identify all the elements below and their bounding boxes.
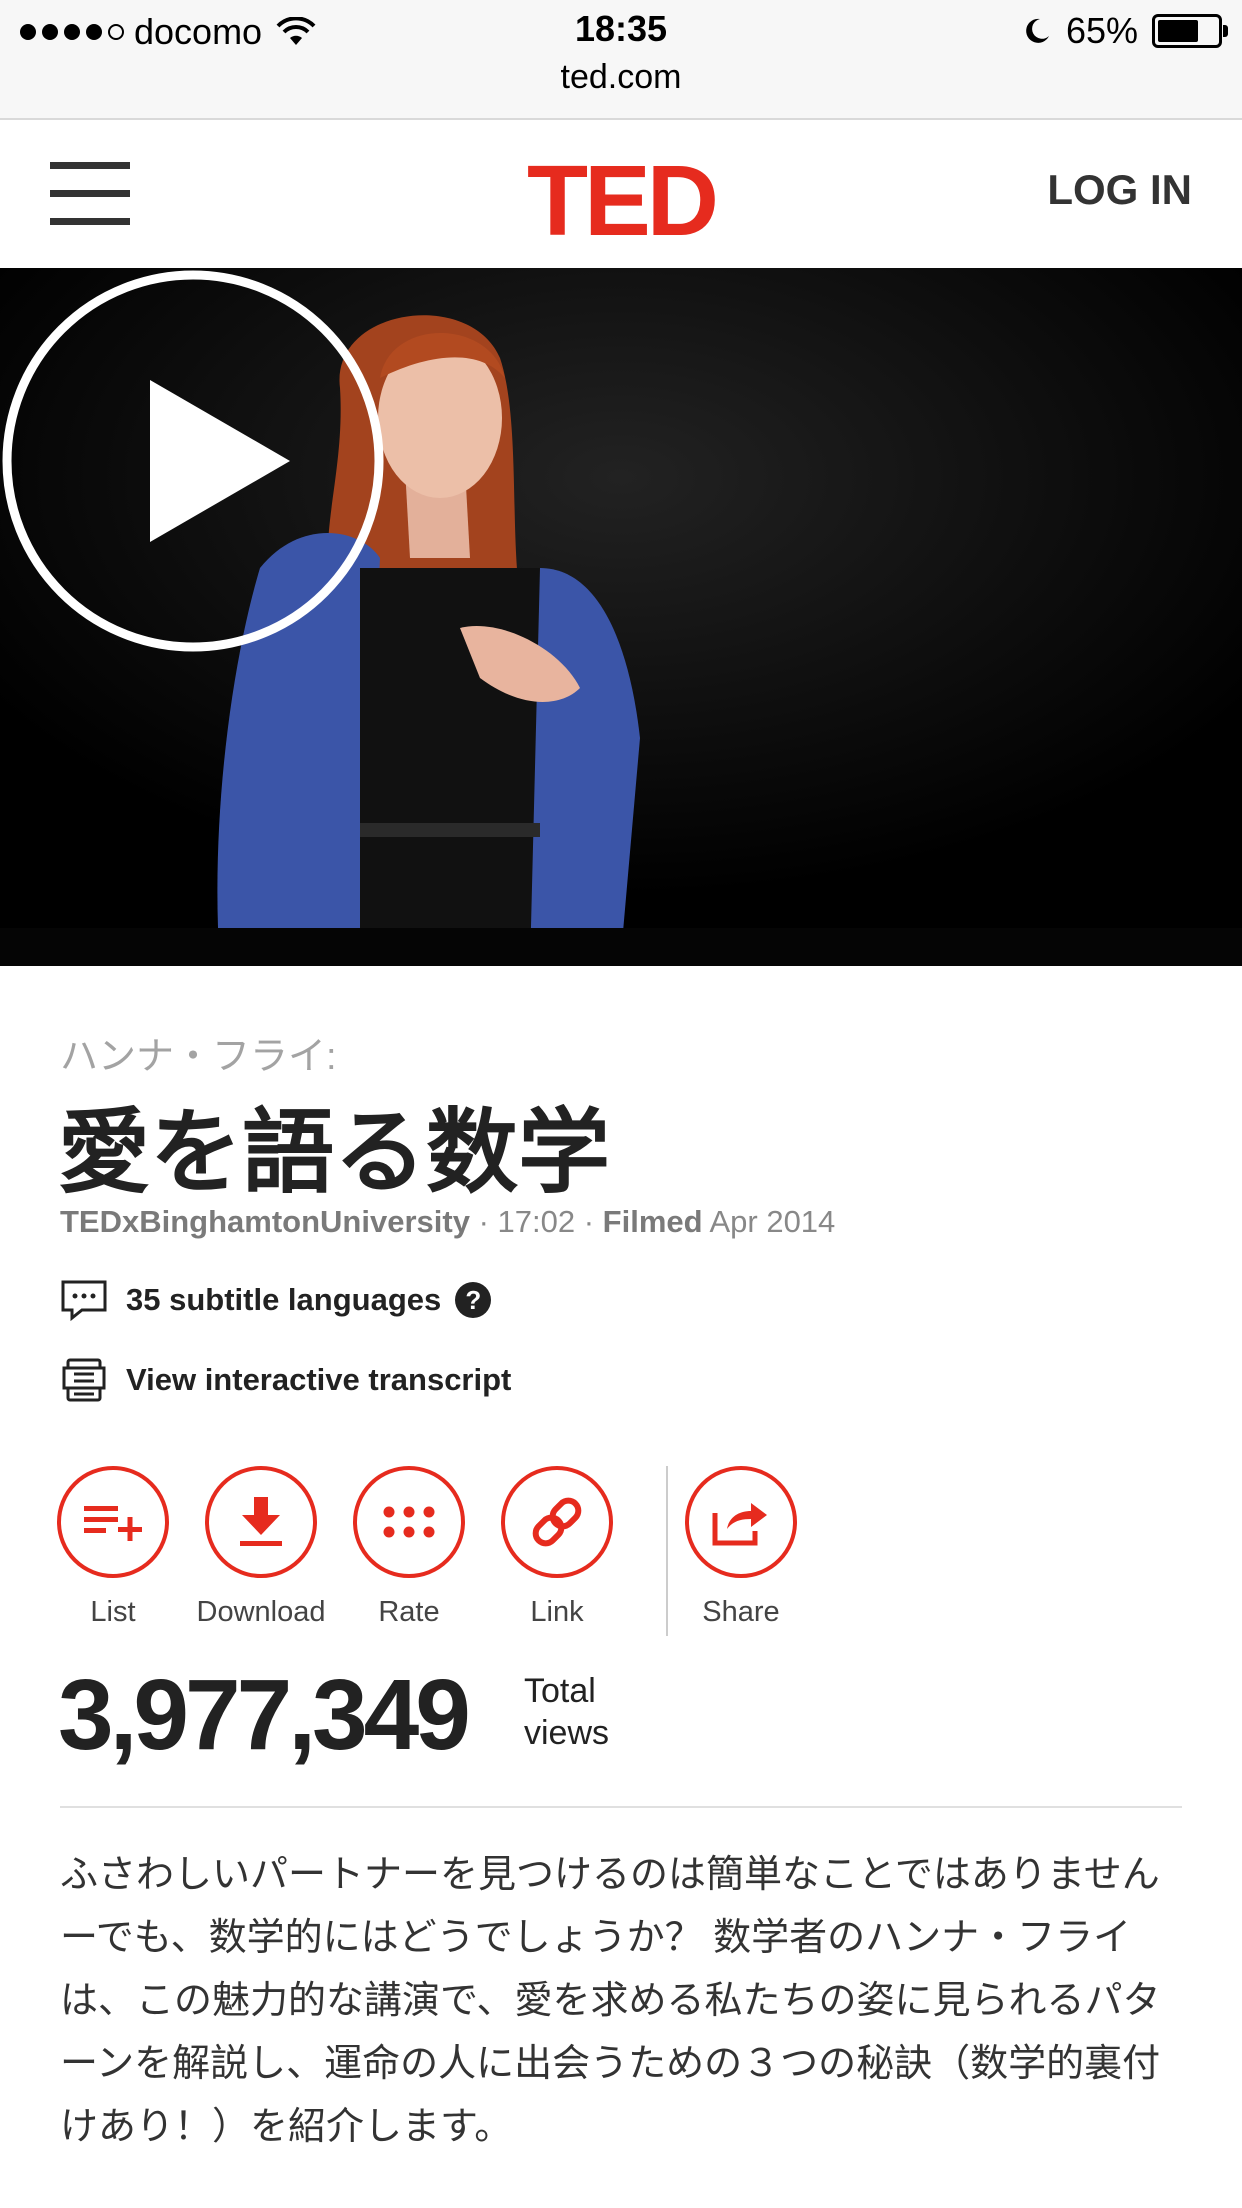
status-bar: docomo 18:35 ted.com 65% <box>0 0 1242 120</box>
video-player[interactable] <box>0 268 1242 966</box>
link-label: Link <box>530 1596 584 1628</box>
share-button[interactable]: Share <box>666 1466 816 1629</box>
rate-label: Rate <box>378 1596 440 1628</box>
talk-description: ふさわしいパートナーを見つけるのは簡単なことではありませんーでも、数学的にはどう… <box>60 1854 1161 2148</box>
filmed-label: Filmed <box>602 1204 703 1239</box>
list-button[interactable]: List <box>38 1466 188 1629</box>
transcript-icon <box>62 1358 106 1402</box>
interactive-transcript-label: View interactive transcript <box>126 1362 512 1397</box>
view-count: 3,977,349 <box>58 1659 471 1771</box>
event-name[interactable]: TEDxBinghamtonUniversity <box>60 1204 470 1239</box>
duration: · 17:02 · <box>478 1204 595 1239</box>
battery-percent: 65% <box>1065 10 1138 51</box>
download-label: Download <box>196 1596 326 1628</box>
play-icon[interactable] <box>0 268 386 654</box>
views-label-views: views <box>524 1714 610 1752</box>
subtitle-languages[interactable]: 35 subtitle languages ? <box>60 1276 492 1324</box>
link-icon <box>532 1497 582 1547</box>
help-icon[interactable]: ? <box>455 1282 492 1318</box>
moon-icon <box>1026 18 1049 43</box>
talk-title: 愛を語る数学 <box>58 1102 611 1204</box>
share-label: Share <box>702 1596 780 1628</box>
talk-meta: TEDxBinghamtonUniversity · 17:02 · Filme… <box>60 1204 835 1240</box>
list-label: List <box>90 1596 136 1628</box>
site-header: TED LOG IN <box>0 120 1242 268</box>
filmed-date: Apr 2014 <box>709 1204 836 1239</box>
view-count-label: Total views <box>524 1670 609 1754</box>
link-button[interactable]: Link <box>482 1466 632 1629</box>
interactive-transcript-link[interactable]: View interactive transcript <box>60 1356 511 1404</box>
battery-info: 65% <box>1022 10 1228 52</box>
list-add-icon <box>84 1506 142 1541</box>
speaker-name[interactable]: ハンナ・フライ: <box>60 1025 337 1080</box>
login-button[interactable]: LOG IN <box>1047 166 1192 214</box>
divider <box>60 1806 1182 1808</box>
share-icon <box>712 1503 767 1546</box>
address-url[interactable]: ted.com <box>0 58 1242 97</box>
views-label-total: Total <box>524 1672 596 1710</box>
subtitle-languages-label: 35 subtitle languages <box>126 1282 442 1317</box>
rate-button[interactable]: Rate <box>334 1466 484 1629</box>
download-button[interactable]: Download <box>186 1466 336 1629</box>
subtitles-icon <box>61 1280 107 1322</box>
download-icon <box>240 1497 282 1546</box>
battery-icon <box>1152 14 1228 48</box>
rate-icon <box>383 1506 435 1538</box>
